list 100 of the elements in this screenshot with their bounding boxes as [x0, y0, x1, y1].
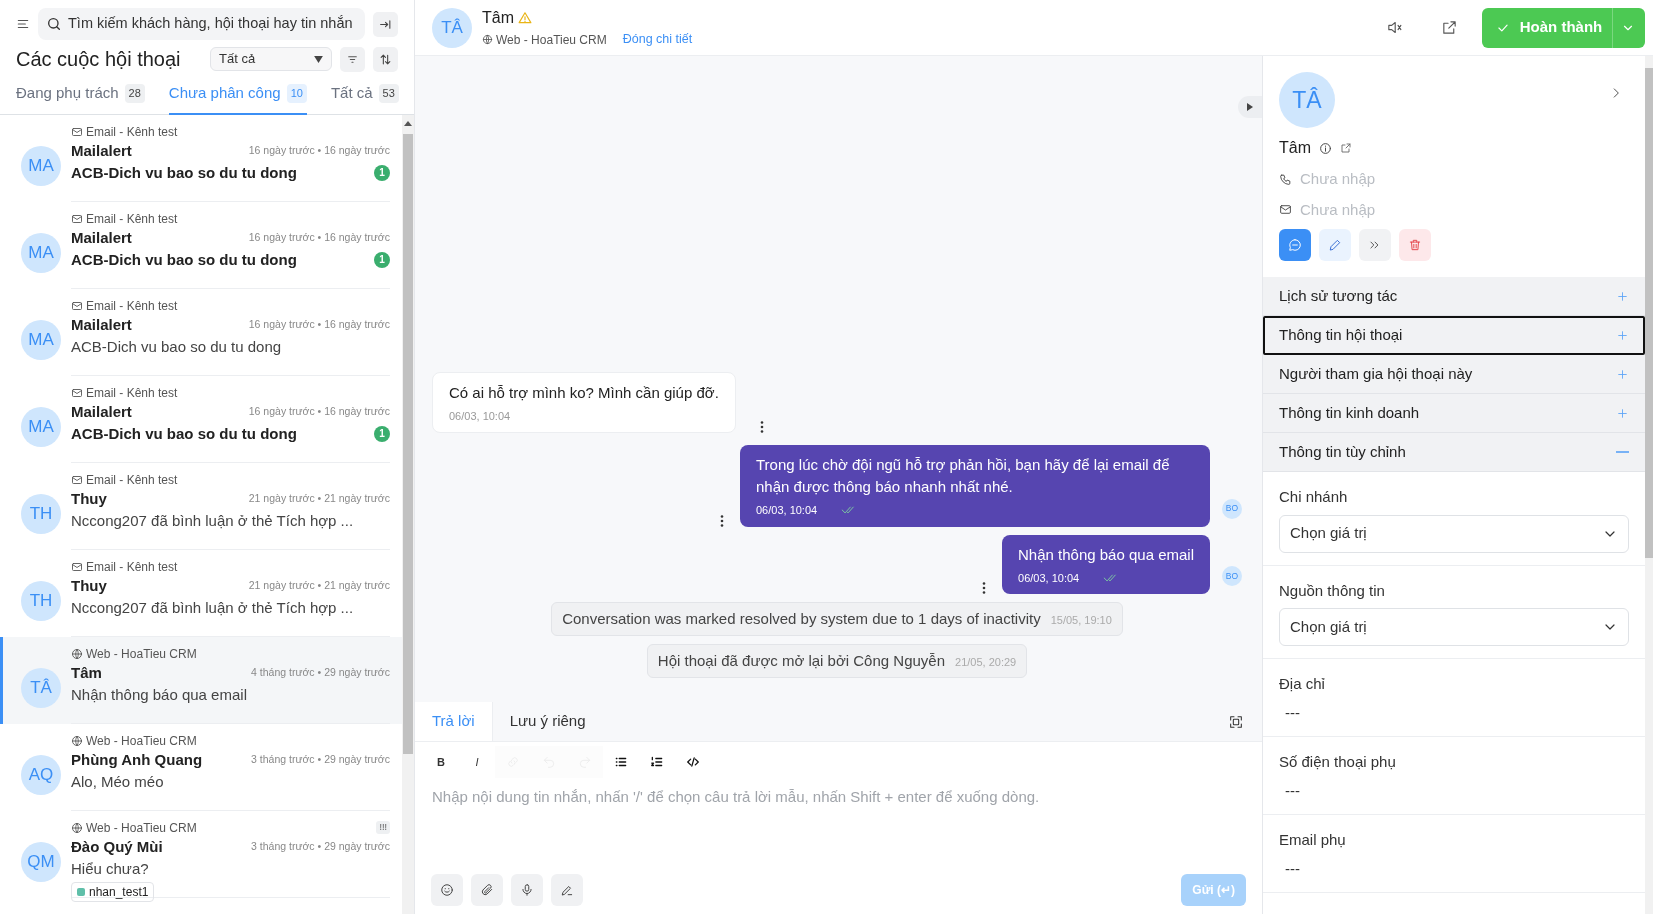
collapse-icon: [379, 17, 392, 31]
activity-text: Conversation was marked resolved by system due to 1 days of inactivity: [562, 609, 1041, 629]
mail-icon: [71, 125, 83, 138]
message-time: 06/03, 10:04: [449, 408, 512, 424]
collapse-button[interactable]: [373, 11, 398, 37]
timestamp: 3 tháng trước • 29 ngày trước: [251, 838, 390, 854]
signature-button[interactable]: [551, 874, 583, 906]
panel-title: Các cuộc hội thoại: [16, 47, 182, 72]
emoji-button[interactable]: [431, 874, 463, 906]
contact-name: Mailalert: [71, 227, 132, 248]
agent-avatar: BO: [1222, 498, 1242, 519]
minus-icon: [1616, 451, 1629, 453]
delete-button[interactable]: [1399, 229, 1431, 261]
field-value: ---: [1284, 702, 1301, 723]
avatar: TÂ: [1279, 72, 1335, 128]
timestamp: 21 ngày trước • 21 ngày trước: [248, 490, 390, 506]
conversation-tab[interactable]: Đang phụ trách 28: [16, 82, 145, 115]
search-icon: [46, 16, 62, 32]
conversation-item[interactable]: TH Email - Kênh test Thuy 21 ngày trước • 21 ngày trước Nccong207 đã bình luận ở thẻ Tích hợp ...: [0, 549, 402, 637]
field-value: ---: [1284, 780, 1301, 801]
plus-icon: [1616, 367, 1629, 381]
activity-text: Hội thoại đã được mở lại bởi Công Nguyễn: [657, 651, 945, 671]
avatar: QM: [21, 841, 61, 882]
filter-select[interactable]: Tất cả: [210, 47, 332, 71]
avatar: MA: [21, 319, 61, 360]
timestamp: 4 tháng trước • 29 ngày trước: [251, 664, 390, 680]
field-value: ---: [1284, 858, 1301, 879]
section-header[interactable]: Người tham gia hội thoại này: [1263, 355, 1645, 394]
external-link-icon: [1340, 142, 1352, 154]
pen-icon: [560, 883, 574, 897]
unread-badge: 1: [374, 164, 390, 181]
bold-button[interactable]: B: [423, 746, 459, 778]
plus-icon: [1616, 289, 1629, 303]
field-label: Địa chỉ: [1279, 674, 1326, 694]
conversation-item[interactable]: TH Email - Kênh test Thuy 21 ngày trước • 21 ngày trước Nccong207 đã bình luận ở thẻ Tích hợp ...: [0, 462, 402, 550]
conversation-item[interactable]: TÂ Web - HoaTieu CRM Tâm 4 tháng trước • 29 ngày trước Nhận thông báo qua email: [0, 636, 402, 724]
conversation-item[interactable]: QM Web - HoaTieu CRM !!! Đào Quý Mùi 3 tháng trước • 29 ngày trước Hiểu chưa? nhan_test1: [0, 810, 402, 898]
microphone-icon: [520, 883, 534, 897]
more-icon[interactable]: [982, 582, 987, 594]
globe-icon: [71, 821, 83, 834]
section-header[interactable]: Lịch sử tương tác: [1263, 277, 1645, 316]
select-field[interactable]: Chọn giá trị: [1279, 608, 1629, 646]
menu-button[interactable]: [16, 17, 30, 31]
contact-name: Mailalert: [71, 140, 132, 161]
conversation-item[interactable]: MA Email - Kênh test Mailalert 16 ngày trước • 16 ngày trước ACB-Dich vu bao so du tu dong: [0, 288, 402, 376]
field-label: Email phụ: [1279, 830, 1347, 850]
mail-icon: [1279, 203, 1292, 217]
info-button[interactable]: [1319, 141, 1332, 155]
message-text: Nhận thông báo qua email: [1018, 544, 1194, 565]
count-badge: 28: [124, 84, 145, 103]
message-preview: Alo, Méo méo: [71, 771, 164, 792]
fullscreen-icon: [1228, 713, 1244, 730]
filter-button[interactable]: [340, 46, 365, 72]
voice-button[interactable]: [511, 874, 543, 906]
conversation-item[interactable]: MA Email - Kênh test Mailalert 16 ngày trước • 16 ngày trước ACB-Dich vu bao so du tu dong 1: [0, 375, 402, 463]
count-badge: 53: [378, 84, 399, 103]
plus-icon: [1616, 328, 1629, 342]
timestamp: 16 ngày trước • 16 ngày trước: [248, 229, 390, 245]
more-icon[interactable]: [759, 421, 764, 433]
channel-label: Web - HoaTieu CRM: [86, 732, 197, 749]
contact-name: Tâm: [1279, 138, 1311, 158]
chat-icon: [1288, 238, 1302, 252]
composer-tab[interactable]: Lưu ý riêng: [492, 702, 603, 741]
more-icon[interactable]: [720, 514, 724, 527]
attach-button[interactable]: [471, 874, 503, 906]
scroll-up-icon[interactable]: [404, 120, 412, 126]
avatar: MA: [21, 145, 61, 186]
conversation-item[interactable]: MA Email - Kênh test Mailalert 16 ngày trước • 16 ngày trước ACB-Dich vu bao so du tu dong 1: [0, 114, 402, 202]
channel-label: Web - HoaTieu CRM: [86, 819, 197, 836]
section-header[interactable]: Thông tin kinh doanh: [1263, 394, 1645, 433]
open-link-button[interactable]: [1340, 142, 1352, 154]
message-text: Trong lúc chờ đội ngũ hỗ trợ phản hồi, bạn hãy để lại email để nhận được thông báo nhanh nhất nhé.: [756, 455, 1171, 497]
scrollbar[interactable]: [402, 114, 414, 914]
italic-button[interactable]: I: [459, 746, 495, 778]
search-field[interactable]: Tìm kiếm khách hàng, hội thoại hay tin nhắn: [38, 8, 365, 40]
mail-icon: [71, 299, 83, 312]
section-header[interactable]: Thông tin tùy chỉnh: [1263, 433, 1645, 472]
contact-name: Mailalert: [71, 314, 132, 335]
channel-label: Email - Kênh test: [86, 123, 178, 140]
field-label: Chi nhánh: [1279, 487, 1349, 507]
scrollbar[interactable]: [1645, 56, 1653, 914]
select-field[interactable]: Chọn giá trị: [1279, 514, 1629, 553]
warning-icon: [518, 11, 532, 26]
conversation-item[interactable]: AQ Web - HoaTieu CRM Phùng Anh Quang 3 tháng trước • 29 ngày trước Alo, Méo méo: [0, 723, 402, 811]
globe-icon: [482, 34, 493, 45]
mail-icon: [71, 212, 83, 225]
message-time: 06/03, 10:04: [1018, 570, 1080, 586]
panel-toggle[interactable]: [1238, 96, 1262, 118]
menu-icon: [16, 17, 30, 31]
sort-icon: [379, 52, 392, 66]
sort-button[interactable]: [373, 46, 398, 72]
conversation-tab[interactable]: Tất cả 53: [330, 82, 399, 115]
conversation-item[interactable]: MA Email - Kênh test Mailalert 16 ngày trước • 16 ngày trước ACB-Dich vu bao so du tu dong 1: [0, 201, 402, 289]
channel-label: Web - HoaTieu CRM: [496, 31, 607, 48]
contact-name: Mailalert: [71, 401, 132, 422]
section-header[interactable]: Thông tin hội thoại: [1263, 316, 1645, 355]
paperclip-icon: [480, 883, 494, 897]
timestamp: 16 ngày trước • 16 ngày trước: [248, 403, 390, 419]
bullet-list-icon: [614, 755, 628, 769]
chat-button[interactable]: [1279, 229, 1311, 261]
